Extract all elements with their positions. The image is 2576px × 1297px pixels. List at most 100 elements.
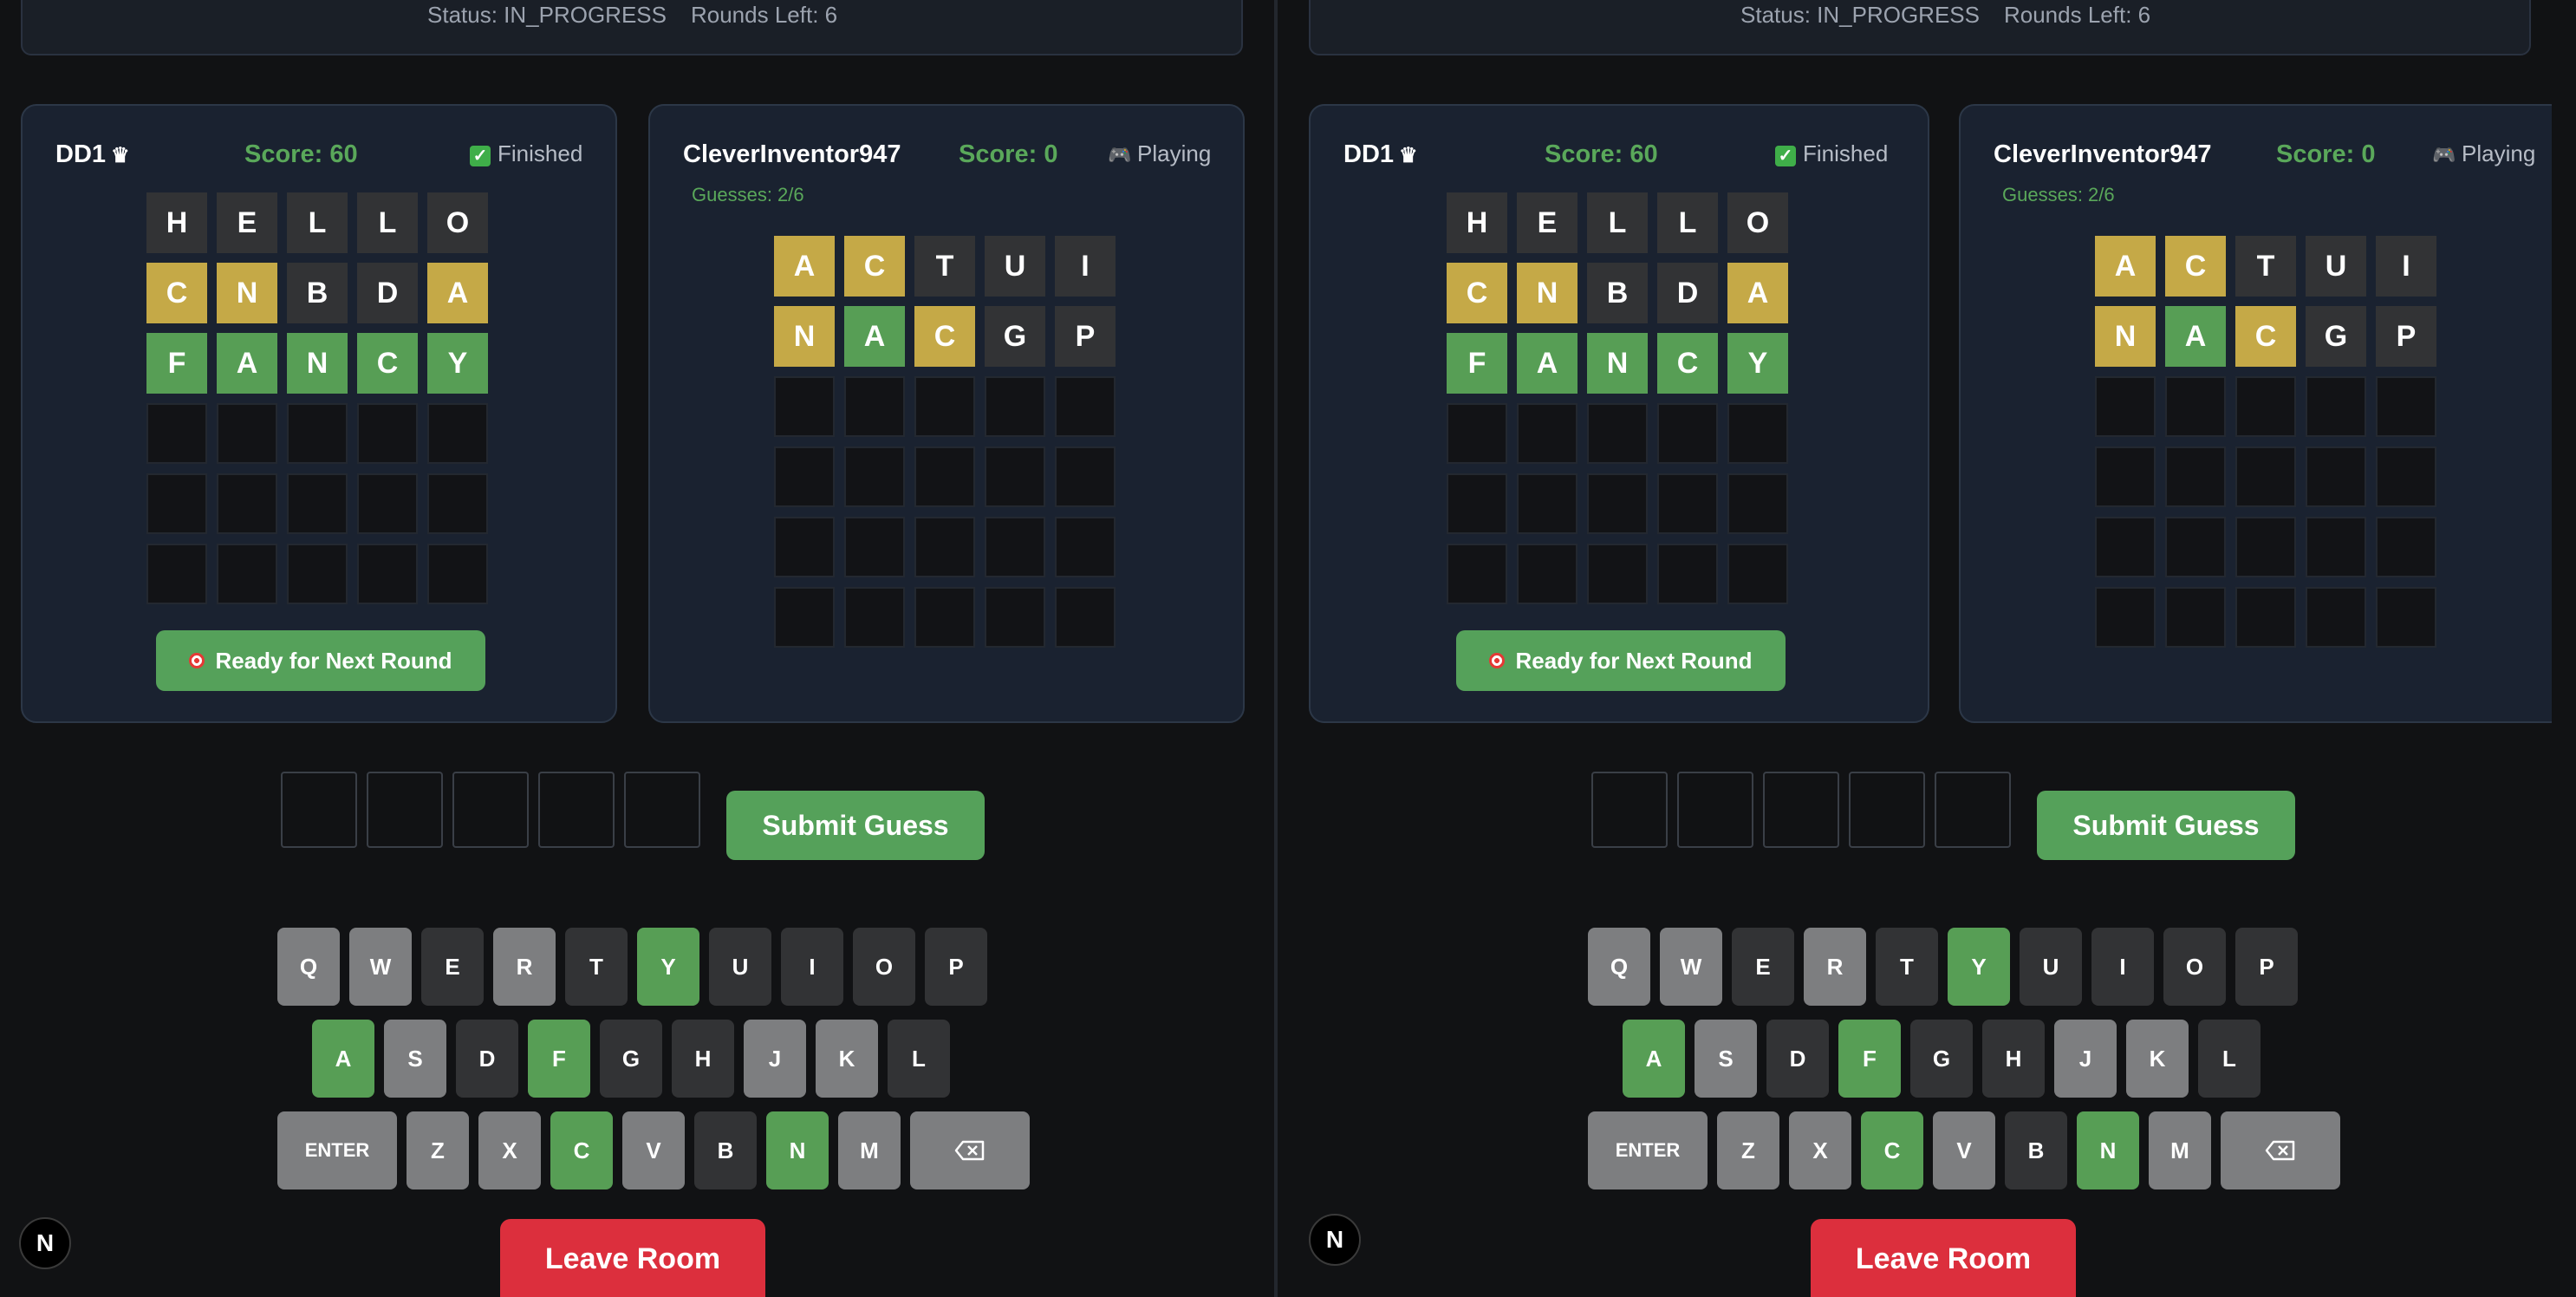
guess-letter-slot[interactable] bbox=[1591, 772, 1668, 848]
guess-letter-slot[interactable] bbox=[281, 772, 357, 848]
key-a[interactable]: A bbox=[1623, 1020, 1685, 1098]
key-p[interactable]: P bbox=[2235, 928, 2298, 1006]
key-e[interactable]: E bbox=[421, 928, 484, 1006]
key-enter[interactable]: ENTER bbox=[277, 1111, 397, 1189]
key-w[interactable]: W bbox=[1660, 928, 1722, 1006]
key-n[interactable]: N bbox=[766, 1111, 829, 1189]
key-m[interactable]: M bbox=[838, 1111, 901, 1189]
key-w[interactable]: W bbox=[349, 928, 412, 1006]
backspace-key[interactable] bbox=[910, 1111, 1030, 1189]
key-d[interactable]: D bbox=[1766, 1020, 1829, 1098]
key-s[interactable]: S bbox=[1695, 1020, 1757, 1098]
key-q[interactable]: Q bbox=[277, 928, 340, 1006]
ready-next-round-button[interactable]: Ready for Next Round bbox=[1456, 630, 1786, 691]
key-y[interactable]: Y bbox=[637, 928, 699, 1006]
submit-guess-button[interactable]: Submit Guess bbox=[726, 791, 985, 860]
key-d[interactable]: D bbox=[456, 1020, 518, 1098]
key-h[interactable]: H bbox=[1982, 1020, 2045, 1098]
key-b[interactable]: B bbox=[694, 1111, 757, 1189]
key-y[interactable]: Y bbox=[1948, 928, 2010, 1006]
guess-letter-slot[interactable] bbox=[1849, 772, 1925, 848]
player-name: DD1 bbox=[55, 140, 107, 168]
guess-letter-slot[interactable] bbox=[624, 772, 700, 848]
key-j[interactable]: J bbox=[2054, 1020, 2117, 1098]
ready-next-round-button[interactable]: Ready for Next Round bbox=[156, 630, 485, 691]
key-j[interactable]: J bbox=[744, 1020, 806, 1098]
key-u[interactable]: U bbox=[709, 928, 771, 1006]
opponent-score: Score: 0 bbox=[959, 140, 1058, 168]
board-tile bbox=[844, 376, 905, 437]
key-s[interactable]: S bbox=[384, 1020, 446, 1098]
board-tile bbox=[2235, 446, 2296, 507]
key-r[interactable]: R bbox=[1804, 928, 1866, 1006]
board-tile: N bbox=[2095, 306, 2156, 367]
key-e[interactable]: E bbox=[1732, 928, 1794, 1006]
key-o[interactable]: O bbox=[2163, 928, 2226, 1006]
board-tile bbox=[1447, 473, 1507, 534]
board-tile: L bbox=[287, 192, 348, 253]
guess-letter-slot[interactable] bbox=[1935, 772, 2011, 848]
board-tile bbox=[2235, 587, 2296, 648]
next-dev-badge[interactable]: N bbox=[19, 1217, 71, 1269]
key-v[interactable]: V bbox=[1933, 1111, 1995, 1189]
rounds-left: Rounds Left: 6 bbox=[690, 2, 838, 28]
leave-room-button[interactable]: Leave Room bbox=[1811, 1219, 2076, 1297]
guess-letter-slot[interactable] bbox=[452, 772, 529, 848]
board-tile bbox=[774, 446, 835, 507]
leave-room-button[interactable]: Leave Room bbox=[500, 1219, 765, 1297]
key-i[interactable]: I bbox=[781, 928, 843, 1006]
guess-letter-slot[interactable] bbox=[367, 772, 443, 848]
board-tile: T bbox=[914, 236, 975, 297]
key-h[interactable]: H bbox=[672, 1020, 734, 1098]
key-f[interactable]: F bbox=[1838, 1020, 1901, 1098]
board-tile: N bbox=[1517, 263, 1577, 323]
key-k[interactable]: K bbox=[816, 1020, 878, 1098]
board-tile: C bbox=[2235, 306, 2296, 367]
board-tile bbox=[2165, 446, 2226, 507]
board-tile: U bbox=[2306, 236, 2366, 297]
key-i[interactable]: I bbox=[2091, 928, 2154, 1006]
board-tile bbox=[2306, 446, 2366, 507]
key-v[interactable]: V bbox=[622, 1111, 685, 1189]
key-g[interactable]: G bbox=[600, 1020, 662, 1098]
board-tile: C bbox=[357, 333, 418, 394]
next-dev-badge[interactable]: N bbox=[1309, 1214, 1361, 1266]
guess-letter-slot[interactable] bbox=[538, 772, 615, 848]
key-z[interactable]: Z bbox=[407, 1111, 469, 1189]
key-o[interactable]: O bbox=[853, 928, 915, 1006]
key-a[interactable]: A bbox=[312, 1020, 374, 1098]
submit-guess-button[interactable]: Submit Guess bbox=[2037, 791, 2295, 860]
key-q[interactable]: Q bbox=[1588, 928, 1650, 1006]
key-u[interactable]: U bbox=[2020, 928, 2082, 1006]
board-tile: D bbox=[357, 263, 418, 323]
key-l[interactable]: L bbox=[888, 1020, 950, 1098]
board-tile bbox=[287, 403, 348, 464]
board-tile bbox=[287, 473, 348, 534]
board-tile bbox=[1517, 473, 1577, 534]
guess-letter-slot[interactable] bbox=[1763, 772, 1839, 848]
board-tile bbox=[844, 446, 905, 507]
key-g[interactable]: G bbox=[1910, 1020, 1973, 1098]
key-f[interactable]: F bbox=[528, 1020, 590, 1098]
key-n[interactable]: N bbox=[2077, 1111, 2139, 1189]
key-c[interactable]: C bbox=[550, 1111, 613, 1189]
key-b[interactable]: B bbox=[2005, 1111, 2067, 1189]
key-enter[interactable]: ENTER bbox=[1588, 1111, 1708, 1189]
key-x[interactable]: X bbox=[1789, 1111, 1851, 1189]
key-r[interactable]: R bbox=[493, 928, 556, 1006]
key-x[interactable]: X bbox=[478, 1111, 541, 1189]
board-tile bbox=[2306, 517, 2366, 577]
key-z[interactable]: Z bbox=[1717, 1111, 1779, 1189]
board-tile: H bbox=[1447, 192, 1507, 253]
key-k[interactable]: K bbox=[2126, 1020, 2189, 1098]
key-t[interactable]: T bbox=[1876, 928, 1938, 1006]
key-m[interactable]: M bbox=[2149, 1111, 2211, 1189]
guess-letter-slot[interactable] bbox=[1677, 772, 1753, 848]
board-tile bbox=[2165, 517, 2226, 577]
key-p[interactable]: P bbox=[925, 928, 987, 1006]
key-t[interactable]: T bbox=[565, 928, 628, 1006]
backspace-key[interactable] bbox=[2221, 1111, 2340, 1189]
key-l[interactable]: L bbox=[2198, 1020, 2261, 1098]
key-c[interactable]: C bbox=[1861, 1111, 1923, 1189]
board-tile: C bbox=[2165, 236, 2226, 297]
